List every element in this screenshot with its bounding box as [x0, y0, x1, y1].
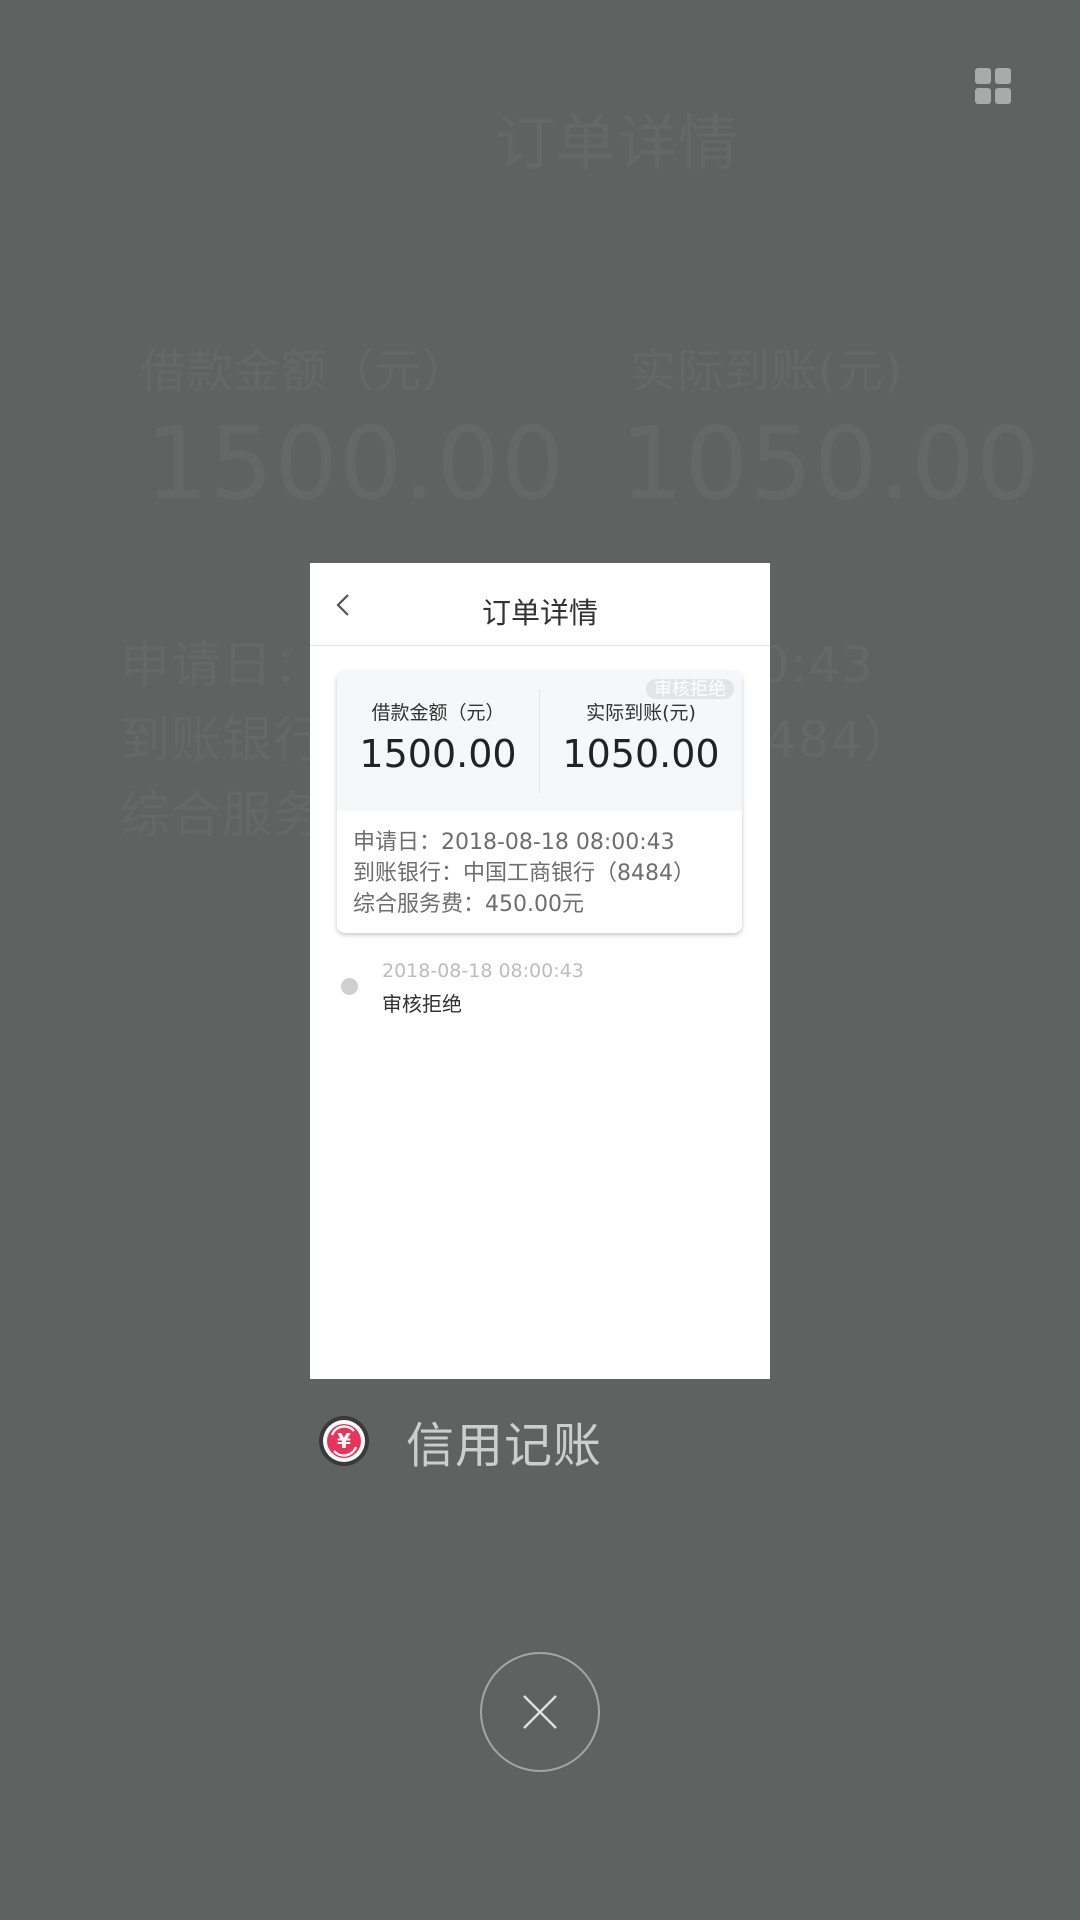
- grid-cell: [975, 68, 991, 84]
- close-icon: [523, 1695, 557, 1729]
- amount-panel: 审核拒绝 借款金额（元） 1500.00 实际到账(元) 1050.00: [337, 671, 742, 811]
- bg-loan-label: 借款金额（元）: [140, 344, 469, 398]
- service-fee: 综合服务费：450.00元: [353, 892, 584, 917]
- card-header: 订单详情: [310, 563, 770, 646]
- loan-amount-column: 借款金额（元） 1500.00: [337, 701, 539, 777]
- timeline-dot-icon: [341, 978, 358, 995]
- bg-received-label: 实际到账(元): [630, 344, 903, 398]
- receiving-bank: 到账银行：中国工商银行（8484）: [353, 861, 695, 886]
- timeline-time: 2018-08-18 08:00:43: [382, 960, 584, 982]
- order-summary-card: 审核拒绝 借款金额（元） 1500.00 实际到账(元) 1050.00 申请日…: [337, 671, 742, 933]
- timeline-status: 审核拒绝: [382, 992, 462, 1016]
- received-amount-column: 实际到账(元) 1050.00: [540, 701, 742, 777]
- recent-apps-screen: 订单详情 借款金额（元） 实际到账(元) 1500.00 1050.00 申请日…: [0, 0, 1080, 1920]
- order-details: 申请日：2018-08-18 08:00:43 到账银行：中国工商银行（8484…: [337, 811, 742, 920]
- bg-loan-amount: 1500.00: [145, 405, 566, 522]
- svg-text:¥: ¥: [337, 1429, 351, 1453]
- grid-cell: [995, 88, 1011, 104]
- app-name: 信用记账: [406, 1418, 603, 1474]
- app-label[interactable]: ¥ 信用记账: [318, 1413, 602, 1474]
- page-title: 订单详情: [481, 596, 598, 630]
- clear-recents-button[interactable]: [480, 1652, 600, 1772]
- bg-title: 订单详情: [495, 109, 739, 179]
- loan-amount-label: 借款金额（元）: [371, 702, 505, 724]
- received-amount-label: 实际到账(元): [586, 702, 696, 724]
- yuan-refresh-icon: ¥: [319, 1416, 369, 1466]
- loan-amount-value: 1500.00: [359, 731, 517, 776]
- bg-received-amount: 1050.00: [620, 405, 1041, 522]
- grid-icon[interactable]: [975, 68, 1011, 104]
- recent-app-card[interactable]: 订单详情 审核拒绝 借款金额（元） 1500.00 实际到账(元) 1050.0…: [310, 563, 770, 1379]
- grid-cell: [975, 88, 991, 104]
- status-badge: 审核拒绝: [646, 679, 734, 699]
- received-amount-value: 1050.00: [562, 731, 720, 776]
- grid-cell: [995, 68, 1011, 84]
- apply-date: 申请日：2018-08-18 08:00:43: [353, 830, 675, 855]
